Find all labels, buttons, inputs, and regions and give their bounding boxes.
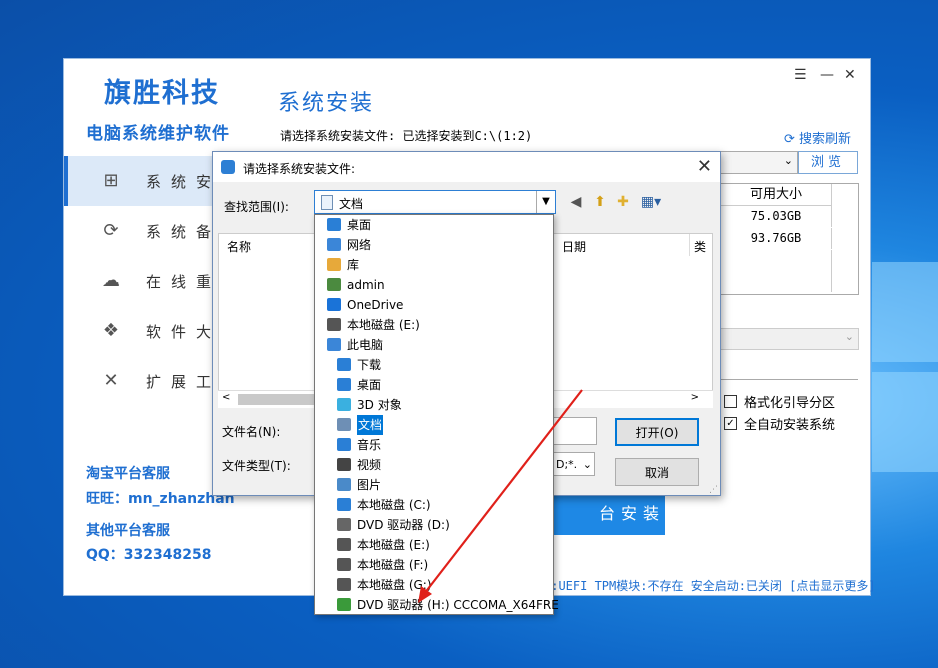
annotation-arrow (418, 389, 583, 603)
